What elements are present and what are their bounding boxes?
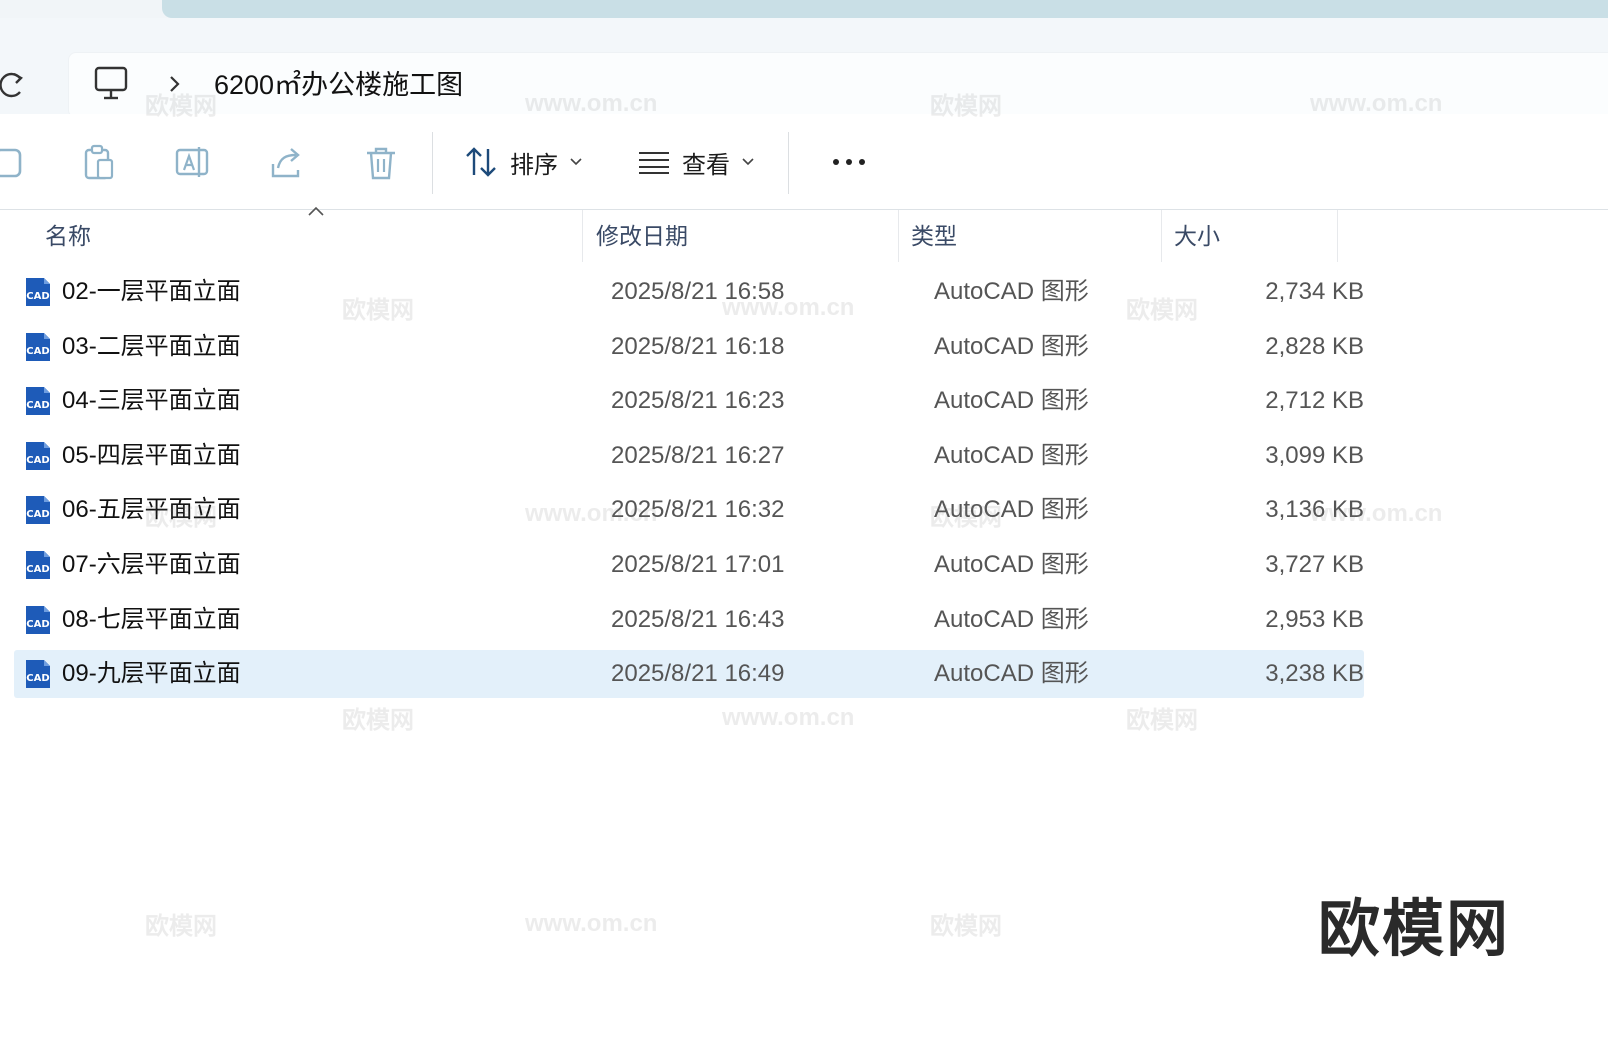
chevron-down-icon bbox=[742, 158, 754, 166]
watermark-brand: 欧模网 bbox=[930, 93, 1002, 120]
command-toolbar: 排序 查看 bbox=[0, 114, 1608, 210]
watermark-brand: 欧模网 bbox=[1126, 297, 1198, 324]
watermark-url: www.om.cn bbox=[525, 910, 658, 937]
file-modified-date: 2025/8/21 17:01 bbox=[611, 551, 785, 578]
watermark-url: www.om.cn bbox=[722, 294, 855, 321]
file-type: AutoCAD 图形 bbox=[934, 441, 1089, 469]
watermark-url: www.om.cn bbox=[525, 500, 658, 527]
refresh-button[interactable] bbox=[0, 68, 26, 102]
view-list-icon bbox=[639, 152, 669, 174]
column-resize-handle[interactable] bbox=[1337, 210, 1338, 262]
file-row[interactable]: CAD 05-四层平面立面 2025/8/21 16:27 AutoCAD 图形 3,0… bbox=[14, 432, 1364, 480]
view-button[interactable]: 查看 bbox=[638, 136, 754, 188]
file-name: 07-六层平面立面 bbox=[62, 551, 241, 578]
svg-text:CAD: CAD bbox=[26, 291, 49, 302]
paste-icon[interactable] bbox=[80, 144, 118, 182]
file-type: AutoCAD 图形 bbox=[934, 278, 1089, 305]
cad-file-icon: CAD bbox=[26, 551, 50, 579]
file-modified-date: 2025/8/21 16:43 bbox=[611, 605, 785, 633]
svg-text:CAD: CAD bbox=[26, 564, 49, 575]
toolbar-divider bbox=[788, 132, 789, 194]
share-icon[interactable] bbox=[268, 144, 306, 182]
file-row[interactable]: CAD 04-三层平面立面 2025/8/21 16:23 AutoCAD 图形 2,7… bbox=[14, 377, 1364, 425]
file-size: 3,238 KB bbox=[1265, 660, 1364, 688]
file-size: 2,953 KB bbox=[1265, 605, 1364, 633]
file-name: 09-九层平面立面 bbox=[62, 660, 241, 688]
file-name: 04-三层平面立面 bbox=[62, 387, 241, 415]
watermark-url: www.om.cn bbox=[722, 704, 855, 731]
file-type: AutoCAD 图形 bbox=[934, 660, 1089, 688]
cad-file-icon: CAD bbox=[26, 605, 50, 634]
watermark-brand: 欧模网 bbox=[145, 504, 217, 531]
cad-file-icon: CAD bbox=[26, 278, 50, 306]
file-modified-date: 2025/8/21 16:18 bbox=[611, 332, 785, 360]
sort-label: 排序 bbox=[510, 151, 558, 179]
file-row[interactable]: CAD 07-六层平面立面 2025/8/21 17:01 AutoCAD 图形 3,7… bbox=[14, 541, 1364, 589]
watermark-brand: 欧模网 bbox=[930, 504, 1002, 531]
file-name: 05-四层平面立面 bbox=[62, 441, 241, 469]
column-resize-handle[interactable] bbox=[582, 210, 583, 262]
sort-ascending-icon bbox=[308, 206, 324, 216]
toolbar-divider bbox=[432, 132, 433, 194]
refresh-icon bbox=[0, 72, 23, 98]
watermark-brand: 欧模网 bbox=[1126, 707, 1198, 734]
more-options-button[interactable] bbox=[824, 146, 874, 178]
breadcrumb-current-folder[interactable]: 6200㎡办公楼施工图 bbox=[214, 67, 463, 103]
file-modified-date: 2025/8/21 16:49 bbox=[611, 660, 785, 688]
file-type: AutoCAD 图形 bbox=[934, 551, 1089, 578]
file-size: 3,727 KB bbox=[1265, 551, 1364, 578]
watermark-logo: 欧模网 bbox=[1318, 895, 1511, 964]
file-type: AutoCAD 图形 bbox=[934, 387, 1089, 415]
cad-file-icon: CAD bbox=[26, 496, 50, 525]
file-size: 2,828 KB bbox=[1265, 332, 1364, 360]
file-name: 03-二层平面立面 bbox=[62, 332, 241, 360]
column-name-header[interactable]: 名称 bbox=[45, 210, 91, 262]
watermark-brand: 欧模网 bbox=[342, 707, 414, 734]
cad-file-icon: CAD bbox=[26, 660, 50, 689]
file-name: 08-七层平面立面 bbox=[62, 605, 241, 633]
view-label: 查看 bbox=[682, 151, 730, 179]
more-icon bbox=[833, 159, 839, 165]
cad-file-icon: CAD bbox=[26, 387, 50, 416]
file-type: AutoCAD 图形 bbox=[934, 605, 1089, 633]
watermark-url: www.om.cn bbox=[1310, 90, 1443, 117]
watermark-brand: 欧模网 bbox=[342, 297, 414, 324]
column-modified-header[interactable]: 修改日期 bbox=[596, 210, 688, 262]
delete-icon[interactable] bbox=[362, 144, 400, 182]
watermark-url: www.om.cn bbox=[1310, 500, 1443, 527]
svg-text:CAD: CAD bbox=[26, 455, 49, 466]
svg-text:CAD: CAD bbox=[26, 673, 49, 684]
column-size-header[interactable]: 大小 bbox=[1174, 210, 1220, 262]
file-row[interactable]: CAD 03-二层平面立面 2025/8/21 16:18 AutoCAD 图形 2,8… bbox=[14, 323, 1364, 371]
watermark-brand: 欧模网 bbox=[145, 913, 217, 940]
sort-icon bbox=[466, 147, 496, 177]
sort-button[interactable]: 排序 bbox=[464, 136, 582, 188]
column-resize-handle[interactable] bbox=[1161, 210, 1162, 262]
watermark-url: www.om.cn bbox=[525, 90, 658, 117]
file-type: AutoCAD 图形 bbox=[934, 332, 1089, 360]
file-row[interactable]: CAD 09-九层平面立面 2025/8/21 16:49 AutoCAD 图形 3,2… bbox=[14, 650, 1364, 699]
copy-icon[interactable] bbox=[0, 144, 28, 182]
column-type-header[interactable]: 类型 bbox=[911, 210, 957, 262]
column-header-row: 名称 修改日期 类型 大小 bbox=[0, 206, 1608, 262]
file-size: 3,099 KB bbox=[1265, 441, 1364, 469]
chevron-down-icon bbox=[570, 158, 582, 166]
window-tab[interactable] bbox=[162, 0, 1608, 18]
file-modified-date: 2025/8/21 16:23 bbox=[611, 387, 785, 415]
svg-text:CAD: CAD bbox=[26, 619, 49, 630]
svg-text:CAD: CAD bbox=[26, 509, 49, 520]
watermark-brand: 欧模网 bbox=[145, 93, 217, 120]
svg-text:CAD: CAD bbox=[26, 346, 49, 357]
cad-file-icon: CAD bbox=[26, 332, 50, 361]
rename-icon[interactable] bbox=[174, 144, 212, 182]
computer-icon[interactable] bbox=[93, 65, 129, 103]
file-name: 02-一层平面立面 bbox=[62, 278, 241, 305]
svg-text:CAD: CAD bbox=[26, 400, 49, 411]
file-row[interactable]: CAD 08-七层平面立面 2025/8/21 16:43 AutoCAD 图形 2,9… bbox=[14, 596, 1364, 644]
watermark-brand: 欧模网 bbox=[930, 913, 1002, 940]
file-size: 2,712 KB bbox=[1265, 387, 1364, 415]
column-resize-handle[interactable] bbox=[898, 210, 899, 262]
file-modified-date: 2025/8/21 16:27 bbox=[611, 441, 785, 469]
cad-file-icon: CAD bbox=[26, 441, 50, 470]
